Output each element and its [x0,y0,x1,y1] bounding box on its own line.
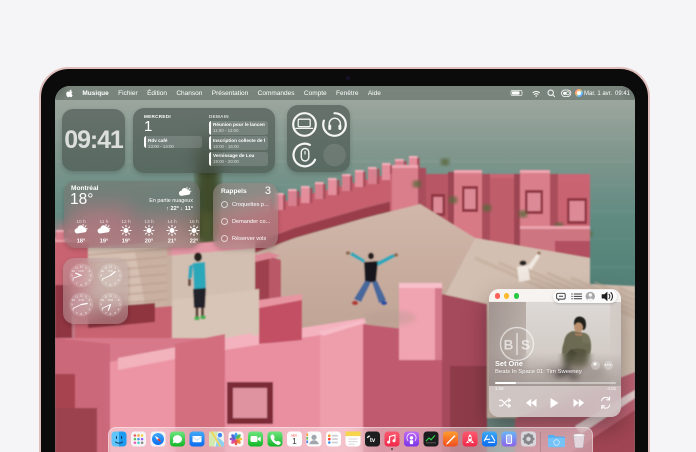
svg-text:11: 11 [104,295,107,299]
svg-text:20°: 20° [145,239,153,245]
svg-text:11: 11 [104,266,107,270]
svg-text:Mar. 1 avr.: Mar. 1 avr. [584,91,612,97]
svg-text:22°: 22° [190,239,198,245]
svg-text:19°: 19° [122,239,130,245]
svg-text:18°: 18° [77,239,85,245]
svg-text:11: 11 [75,295,78,299]
svg-text:12: 12 [109,264,113,268]
svg-text:10: 10 [72,298,76,302]
svg-text:15 h: 15 h [189,219,199,225]
svg-text:tv: tv [370,438,376,444]
svg-text:10: 10 [72,269,76,273]
svg-text:SYD: SYD [79,298,84,302]
svg-text:11: 11 [75,266,78,270]
svg-text:TOK: TOK [108,269,114,273]
svg-text:10: 10 [101,298,105,302]
svg-text:11 h: 11 h [100,219,109,225]
svg-text:PAR: PAR [108,298,113,302]
svg-text:CUP: CUP [79,269,85,273]
svg-text:19°: 19° [100,239,108,245]
svg-text:21°: 21° [168,239,176,245]
svg-text:1: 1 [292,437,297,446]
svg-text:12: 12 [109,293,113,297]
svg-text:12 h: 12 h [121,219,131,225]
svg-text:09:41: 09:41 [615,91,631,97]
svg-text:13 h: 13 h [144,219,154,225]
svg-text:12: 12 [80,293,84,297]
svg-text:10: 10 [101,269,105,273]
svg-text:12: 12 [80,264,84,268]
svg-text:10 h: 10 h [76,219,86,225]
svg-text:14 h: 14 h [167,219,177,225]
